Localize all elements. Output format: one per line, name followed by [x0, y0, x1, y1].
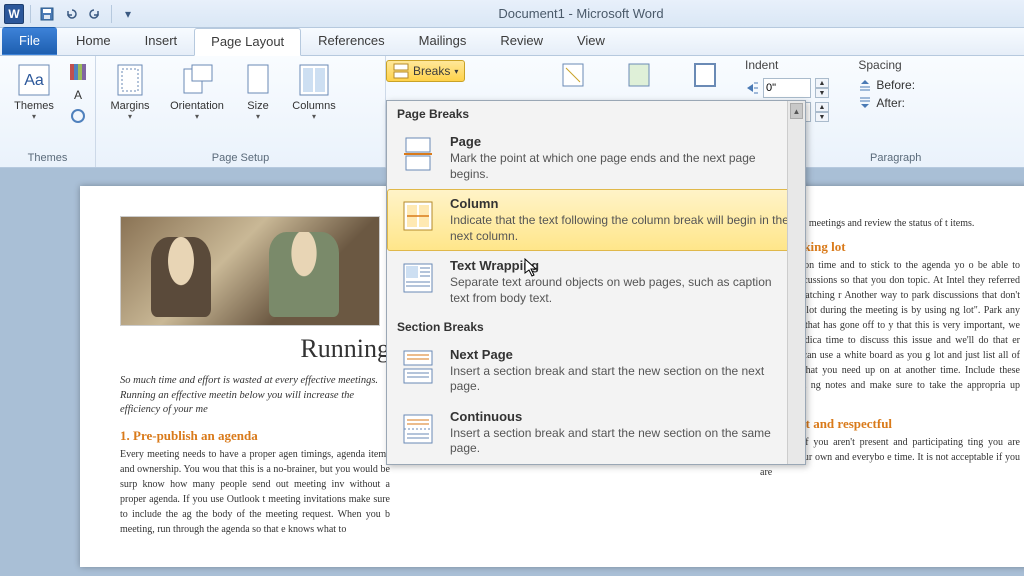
- tab-review[interactable]: Review: [483, 27, 560, 55]
- theme-colors-icon[interactable]: [68, 62, 88, 82]
- title-bar: W ▾ Document1 - Microsoft Word: [0, 0, 1024, 28]
- tab-mailings[interactable]: Mailings: [402, 27, 484, 55]
- next-page-section-icon: [398, 347, 438, 387]
- orientation-button[interactable]: Orientation▾: [164, 60, 230, 121]
- doc-heading-1: 1. Pre-publish an agenda: [120, 428, 390, 444]
- chevron-down-icon: ▾: [32, 112, 36, 121]
- breaks-icon: [393, 63, 409, 79]
- indent-left-icon: [745, 81, 759, 95]
- watermark-icon[interactable]: [560, 62, 586, 88]
- continuous-section-icon: [398, 409, 438, 449]
- spinner-down-icon[interactable]: ▼: [815, 112, 829, 122]
- window-title: Document1 - Microsoft Word: [498, 6, 663, 21]
- indent-left-input[interactable]: [763, 78, 811, 98]
- menu-item-text-wrapping-break[interactable]: Text WrappingSeparate text around object…: [387, 251, 805, 313]
- themes-button[interactable]: Aa Themes ▾: [6, 60, 62, 121]
- document-intro: So much time and effort is wasted at eve…: [120, 374, 390, 418]
- chevron-down-icon: ▾: [454, 67, 458, 76]
- breaks-button[interactable]: Breaks ▾: [386, 60, 465, 82]
- section-breaks-header: Section Breaks: [387, 314, 805, 340]
- quick-access-toolbar: W ▾: [0, 4, 138, 24]
- page-break-icon: [398, 134, 438, 174]
- ribbon-tabs: File Home Insert Page Layout References …: [0, 28, 1024, 56]
- page-borders-icon[interactable]: [692, 62, 718, 88]
- group-page-setup: Margins▾ Orientation▾ Size▾ Columns▾ Pag…: [96, 56, 386, 167]
- text-wrapping-icon: [398, 258, 438, 298]
- tab-view[interactable]: View: [560, 27, 622, 55]
- spacing-after-icon: [858, 96, 872, 110]
- theme-effects-icon[interactable]: [68, 106, 88, 126]
- column-break-icon: [398, 196, 438, 236]
- columns-button[interactable]: Columns▾: [286, 60, 342, 121]
- group-themes: Aa Themes ▾ A Themes: [0, 56, 96, 167]
- spinner-down-icon[interactable]: ▼: [815, 88, 829, 98]
- theme-fonts-icon[interactable]: A: [68, 84, 88, 104]
- spinner-up-icon[interactable]: ▲: [815, 102, 829, 112]
- ribbon-obscured-buttons: [560, 62, 718, 88]
- themes-sub-buttons: A: [68, 62, 88, 126]
- qat-redo-icon[interactable]: [85, 4, 105, 24]
- menu-item-page-break[interactable]: PageMark the point at which one page end…: [387, 127, 805, 189]
- columns-icon: [296, 62, 332, 98]
- margins-button[interactable]: Margins▾: [102, 60, 158, 121]
- page-breaks-header: Page Breaks: [387, 101, 805, 127]
- themes-icon: Aa: [16, 62, 52, 98]
- tab-insert[interactable]: Insert: [128, 27, 195, 55]
- scrollbar-up-icon[interactable]: ▲: [790, 103, 803, 119]
- dropdown-scrollbar[interactable]: ▲: [787, 101, 805, 464]
- qat-undo-icon[interactable]: [61, 4, 81, 24]
- word-app-icon[interactable]: W: [4, 4, 24, 24]
- qat-customize-dropdown-icon[interactable]: ▾: [118, 4, 138, 24]
- document-title: Running: [120, 334, 390, 364]
- tab-home[interactable]: Home: [59, 27, 128, 55]
- qat-save-icon[interactable]: [37, 4, 57, 24]
- paragraph-group-label: Paragraph: [870, 152, 921, 164]
- indent-label: Indent: [745, 58, 835, 72]
- tab-references[interactable]: References: [301, 27, 401, 55]
- tab-file[interactable]: File: [2, 27, 57, 55]
- svg-text:Aa: Aa: [24, 72, 44, 89]
- document-image: [120, 216, 380, 326]
- page-color-icon[interactable]: [626, 62, 652, 88]
- margins-icon: [112, 62, 148, 98]
- menu-item-column-break[interactable]: ColumnIndicate that the text following t…: [387, 189, 805, 251]
- spacing-before-icon: [858, 78, 872, 92]
- size-icon: [240, 62, 276, 98]
- svg-text:A: A: [74, 88, 82, 102]
- doc-paragraph-1: Every meeting needs to have a proper age…: [120, 447, 390, 537]
- breaks-dropdown: Page Breaks PageMark the point at which …: [386, 100, 806, 465]
- size-button[interactable]: Size▾: [236, 60, 280, 121]
- orientation-icon: [179, 62, 215, 98]
- tab-page-layout[interactable]: Page Layout: [194, 28, 301, 56]
- spinner-up-icon[interactable]: ▲: [815, 78, 829, 88]
- menu-item-continuous-section[interactable]: ContinuousInsert a section break and sta…: [387, 402, 805, 464]
- spacing-label: Spacing: [858, 58, 915, 72]
- menu-item-next-page-section[interactable]: Next PageInsert a section break and star…: [387, 340, 805, 402]
